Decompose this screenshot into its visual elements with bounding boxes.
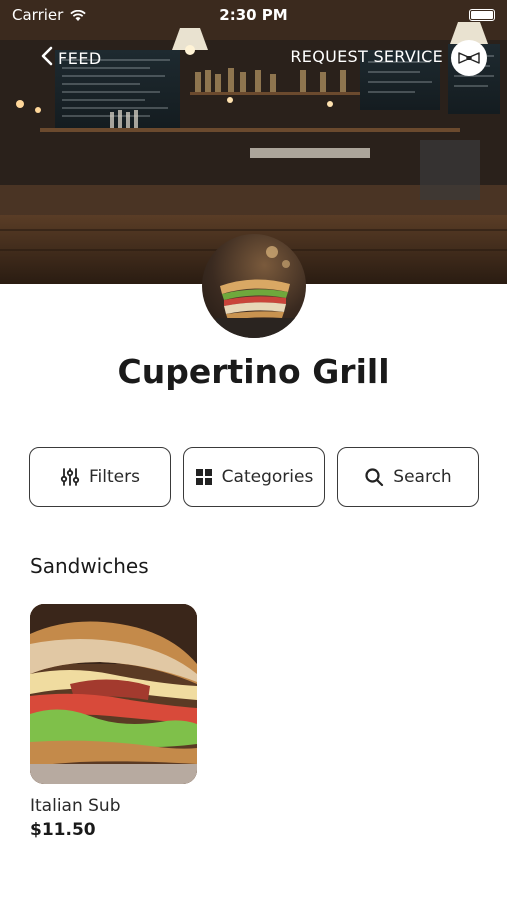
menu-item-card[interactable]: Italian Sub $11.50 xyxy=(30,604,197,840)
request-service-label: REQUEST SERVICE xyxy=(290,47,443,66)
restaurant-avatar xyxy=(202,234,306,338)
bowtie-icon xyxy=(458,49,480,68)
section-title: Sandwiches xyxy=(30,554,149,578)
search-label: Search xyxy=(393,467,452,487)
menu-item-photo[interactable] xyxy=(30,604,197,784)
search-button[interactable]: Search xyxy=(337,447,479,507)
grid-icon xyxy=(195,468,213,486)
italian-sub-image xyxy=(30,604,197,784)
menu-item-price: $11.50 xyxy=(30,820,96,840)
filters-label: Filters xyxy=(89,467,140,487)
status-bar: Carrier 2:30 PM xyxy=(0,0,507,32)
menu-item-name: Italian Sub xyxy=(30,796,121,816)
sandwich-image xyxy=(216,246,296,338)
back-button[interactable]: FEED xyxy=(40,44,102,72)
sliders-icon xyxy=(60,467,80,487)
categories-label: Categories xyxy=(221,467,314,487)
filters-button[interactable]: Filters xyxy=(29,447,171,507)
chevron-left-icon xyxy=(40,46,54,70)
categories-button[interactable]: Categories xyxy=(183,447,325,507)
request-service-button[interactable]: REQUEST SERVICE xyxy=(290,47,443,66)
restaurant-name: Cupertino Grill xyxy=(117,352,390,391)
waiter-button[interactable] xyxy=(451,40,487,76)
battery-icon xyxy=(469,9,495,21)
back-label: FEED xyxy=(58,48,102,68)
status-time: 2:30 PM xyxy=(219,6,288,24)
search-icon xyxy=(364,467,384,487)
